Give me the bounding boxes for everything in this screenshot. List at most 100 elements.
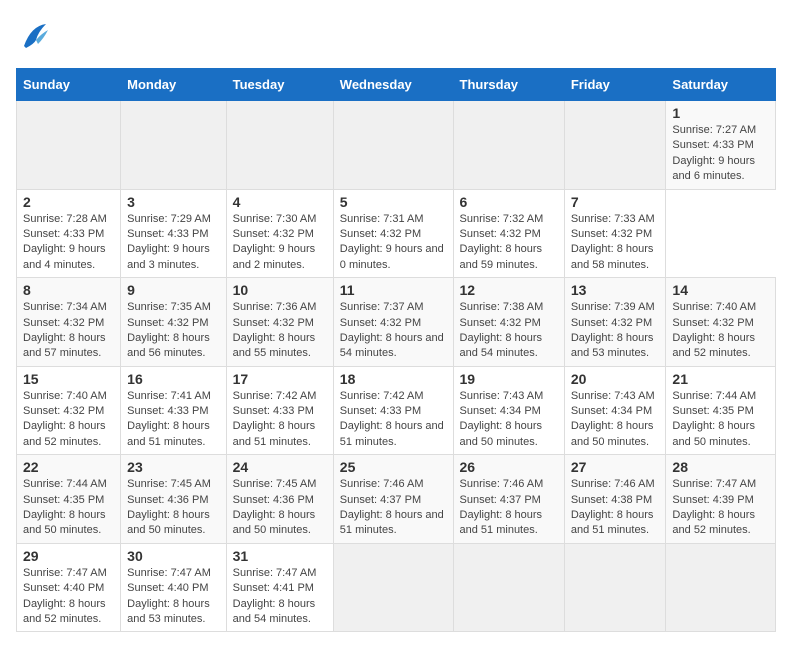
day-number: 13 bbox=[571, 282, 660, 298]
day-number: 7 bbox=[571, 194, 660, 210]
day-info: Sunrise: 7:28 AMSunset: 4:33 PMDaylight:… bbox=[23, 213, 107, 271]
day-info: Sunrise: 7:47 AMSunset: 4:40 PMDaylight:… bbox=[23, 567, 107, 625]
logo bbox=[16, 16, 58, 60]
day-number: 17 bbox=[233, 371, 327, 387]
day-info: Sunrise: 7:47 AMSunset: 4:41 PMDaylight:… bbox=[233, 567, 317, 625]
header-saturday: Saturday bbox=[666, 69, 776, 101]
calendar-cell: 17 Sunrise: 7:42 AMSunset: 4:33 PMDayligh… bbox=[226, 366, 333, 455]
day-info: Sunrise: 7:45 AMSunset: 4:36 PMDaylight:… bbox=[233, 478, 317, 536]
day-info: Sunrise: 7:43 AMSunset: 4:34 PMDaylight:… bbox=[571, 390, 655, 448]
logo-icon bbox=[16, 16, 54, 60]
calendar-cell bbox=[564, 543, 666, 632]
day-info: Sunrise: 7:46 AMSunset: 4:38 PMDaylight:… bbox=[571, 478, 655, 536]
header bbox=[16, 16, 776, 60]
header-tuesday: Tuesday bbox=[226, 69, 333, 101]
day-number: 16 bbox=[127, 371, 219, 387]
day-number: 5 bbox=[340, 194, 447, 210]
calendar-cell: 30 Sunrise: 7:47 AMSunset: 4:40 PMDayligh… bbox=[121, 543, 226, 632]
day-number: 22 bbox=[23, 459, 114, 475]
calendar-week-row: 22Sunrise: 7:44 AMSunset: 4:35 PMDayligh… bbox=[17, 455, 776, 544]
calendar-cell: 5 Sunrise: 7:31 AMSunset: 4:32 PMDaylight… bbox=[333, 189, 453, 278]
calendar-cell: 21 Sunrise: 7:44 AMSunset: 4:35 PMDayligh… bbox=[666, 366, 776, 455]
calendar-cell: 31 Sunrise: 7:47 AMSunset: 4:41 PMDayligh… bbox=[226, 543, 333, 632]
day-number: 9 bbox=[127, 282, 219, 298]
day-number: 23 bbox=[127, 459, 219, 475]
day-number: 6 bbox=[460, 194, 558, 210]
calendar-cell: 29 Sunrise: 7:47 AMSunset: 4:40 PMDayligh… bbox=[17, 543, 121, 632]
day-info: Sunrise: 7:38 AMSunset: 4:32 PMDaylight:… bbox=[460, 301, 544, 359]
calendar-cell: 20 Sunrise: 7:43 AMSunset: 4:34 PMDayligh… bbox=[564, 366, 666, 455]
day-number: 30 bbox=[127, 548, 219, 564]
calendar-cell: 10 Sunrise: 7:36 AMSunset: 4:32 PMDayligh… bbox=[226, 278, 333, 367]
day-number: 27 bbox=[571, 459, 660, 475]
day-info: Sunrise: 7:36 AMSunset: 4:32 PMDaylight:… bbox=[233, 301, 317, 359]
day-number: 15 bbox=[23, 371, 114, 387]
day-number: 25 bbox=[340, 459, 447, 475]
day-info: Sunrise: 7:30 AMSunset: 4:32 PMDaylight:… bbox=[233, 213, 317, 271]
day-info: Sunrise: 7:29 AMSunset: 4:33 PMDaylight:… bbox=[127, 213, 211, 271]
day-info: Sunrise: 7:39 AMSunset: 4:32 PMDaylight:… bbox=[571, 301, 655, 359]
day-info: Sunrise: 7:43 AMSunset: 4:34 PMDaylight:… bbox=[460, 390, 544, 448]
day-number: 11 bbox=[340, 282, 447, 298]
calendar-cell: 16 Sunrise: 7:41 AMSunset: 4:33 PMDayligh… bbox=[121, 366, 226, 455]
calendar-cell bbox=[453, 543, 564, 632]
day-info: Sunrise: 7:42 AMSunset: 4:33 PMDaylight:… bbox=[233, 390, 317, 448]
calendar-cell: 13 Sunrise: 7:39 AMSunset: 4:32 PMDayligh… bbox=[564, 278, 666, 367]
day-info: Sunrise: 7:27 AMSunset: 4:33 PMDaylight:… bbox=[672, 124, 756, 182]
day-number: 24 bbox=[233, 459, 327, 475]
day-info: Sunrise: 7:47 AMSunset: 4:39 PMDaylight:… bbox=[672, 478, 756, 536]
calendar-cell: 1 Sunrise: 7:27 AMSunset: 4:33 PMDaylight… bbox=[666, 101, 776, 190]
calendar-header-row: SundayMondayTuesdayWednesdayThursdayFrid… bbox=[17, 69, 776, 101]
calendar-cell: 2 Sunrise: 7:28 AMSunset: 4:33 PMDaylight… bbox=[17, 189, 121, 278]
calendar-cell: 22Sunrise: 7:44 AMSunset: 4:35 PMDayligh… bbox=[17, 455, 121, 544]
day-info: Sunrise: 7:40 AMSunset: 4:32 PMDaylight:… bbox=[672, 301, 756, 359]
day-info: Sunrise: 7:44 AMSunset: 4:35 PMDaylight:… bbox=[672, 390, 756, 448]
header-thursday: Thursday bbox=[453, 69, 564, 101]
day-number: 20 bbox=[571, 371, 660, 387]
calendar-table: SundayMondayTuesdayWednesdayThursdayFrid… bbox=[16, 68, 776, 632]
calendar-week-row: 29 Sunrise: 7:47 AMSunset: 4:40 PMDayligh… bbox=[17, 543, 776, 632]
calendar-cell: 12 Sunrise: 7:38 AMSunset: 4:32 PMDayligh… bbox=[453, 278, 564, 367]
day-info: Sunrise: 7:41 AMSunset: 4:33 PMDaylight:… bbox=[127, 390, 211, 448]
calendar-week-row: 15 Sunrise: 7:40 AMSunset: 4:32 PMDayligh… bbox=[17, 366, 776, 455]
day-number: 2 bbox=[23, 194, 114, 210]
day-number: 21 bbox=[672, 371, 769, 387]
calendar-cell: 19Sunrise: 7:43 AMSunset: 4:34 PMDayligh… bbox=[453, 366, 564, 455]
day-info: Sunrise: 7:47 AMSunset: 4:40 PMDaylight:… bbox=[127, 567, 211, 625]
calendar-cell bbox=[17, 101, 121, 190]
day-number: 8 bbox=[23, 282, 114, 298]
day-number: 26 bbox=[460, 459, 558, 475]
day-number: 12 bbox=[460, 282, 558, 298]
day-number: 31 bbox=[233, 548, 327, 564]
calendar-cell: 3Sunrise: 7:29 AMSunset: 4:33 PMDaylight… bbox=[121, 189, 226, 278]
calendar-cell: 23 Sunrise: 7:45 AMSunset: 4:36 PMDayligh… bbox=[121, 455, 226, 544]
calendar-cell: 24 Sunrise: 7:45 AMSunset: 4:36 PMDayligh… bbox=[226, 455, 333, 544]
calendar-cell bbox=[333, 543, 453, 632]
day-info: Sunrise: 7:35 AMSunset: 4:32 PMDaylight:… bbox=[127, 301, 211, 359]
calendar-cell: 6 Sunrise: 7:32 AMSunset: 4:32 PMDaylight… bbox=[453, 189, 564, 278]
calendar-cell: 14Sunrise: 7:40 AMSunset: 4:32 PMDayligh… bbox=[666, 278, 776, 367]
calendar-cell: 18Sunrise: 7:42 AMSunset: 4:33 PMDayligh… bbox=[333, 366, 453, 455]
day-number: 10 bbox=[233, 282, 327, 298]
calendar-cell bbox=[564, 101, 666, 190]
day-info: Sunrise: 7:37 AMSunset: 4:32 PMDaylight:… bbox=[340, 301, 444, 359]
calendar-cell bbox=[453, 101, 564, 190]
calendar-cell: 15 Sunrise: 7:40 AMSunset: 4:32 PMDayligh… bbox=[17, 366, 121, 455]
day-number: 28 bbox=[672, 459, 769, 475]
day-info: Sunrise: 7:32 AMSunset: 4:32 PMDaylight:… bbox=[460, 213, 544, 271]
header-friday: Friday bbox=[564, 69, 666, 101]
calendar-cell bbox=[333, 101, 453, 190]
day-number: 1 bbox=[672, 105, 769, 121]
calendar-cell: 25 Sunrise: 7:46 AMSunset: 4:37 PMDayligh… bbox=[333, 455, 453, 544]
day-info: Sunrise: 7:45 AMSunset: 4:36 PMDaylight:… bbox=[127, 478, 211, 536]
day-info: Sunrise: 7:46 AMSunset: 4:37 PMDaylight:… bbox=[340, 478, 444, 536]
calendar-cell: 11 Sunrise: 7:37 AMSunset: 4:32 PMDayligh… bbox=[333, 278, 453, 367]
day-info: Sunrise: 7:31 AMSunset: 4:32 PMDaylight:… bbox=[340, 213, 444, 271]
calendar-cell: 26Sunrise: 7:46 AMSunset: 4:37 PMDayligh… bbox=[453, 455, 564, 544]
day-number: 4 bbox=[233, 194, 327, 210]
day-number: 29 bbox=[23, 548, 114, 564]
calendar-cell: 7Sunrise: 7:33 AMSunset: 4:32 PMDaylight… bbox=[564, 189, 666, 278]
day-info: Sunrise: 7:40 AMSunset: 4:32 PMDaylight:… bbox=[23, 390, 107, 448]
calendar-cell: 9 Sunrise: 7:35 AMSunset: 4:32 PMDaylight… bbox=[121, 278, 226, 367]
day-info: Sunrise: 7:34 AMSunset: 4:32 PMDaylight:… bbox=[23, 301, 107, 359]
